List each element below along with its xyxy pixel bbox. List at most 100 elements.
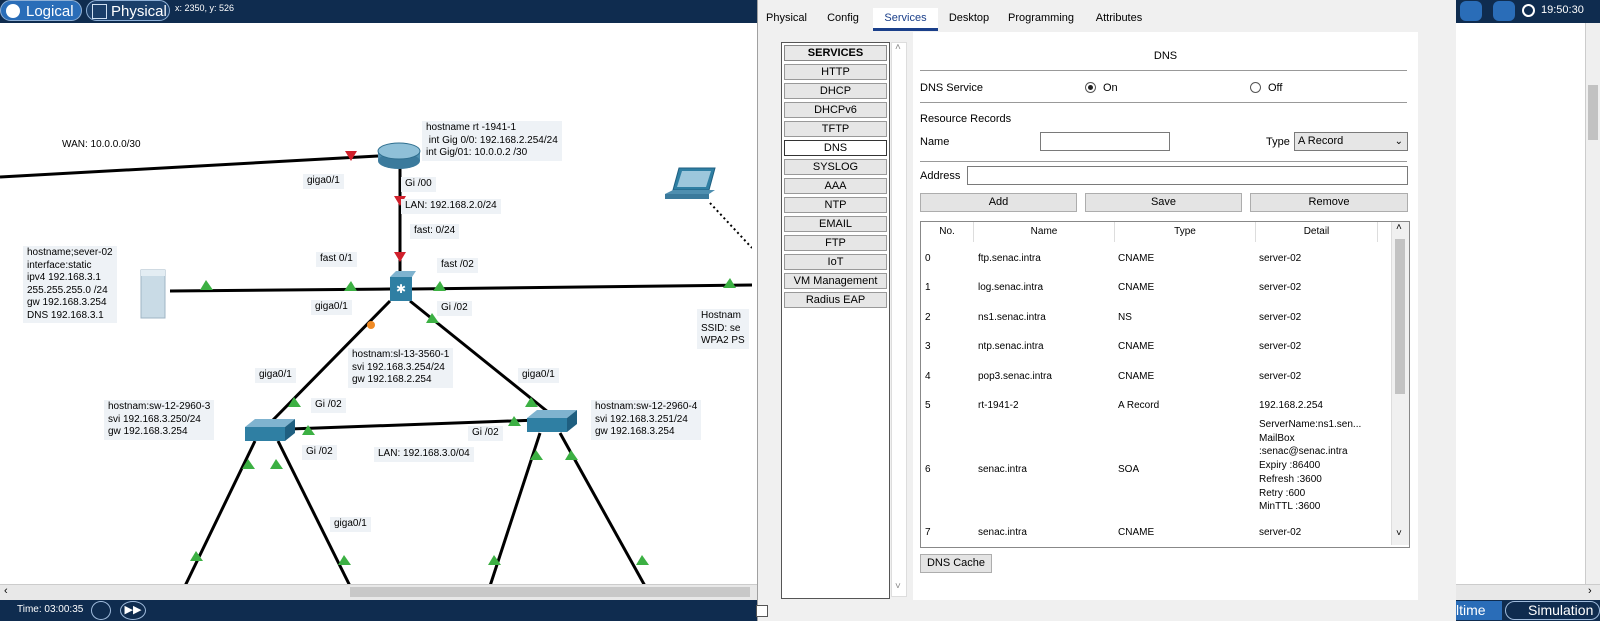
divider (920, 161, 1407, 162)
scroll-right-icon[interactable]: › (1588, 585, 1592, 597)
port-label: giga0/1 (518, 368, 559, 383)
switch-icon-sw3[interactable] (245, 417, 295, 443)
port-label: giga0/1 (255, 368, 296, 383)
chevron-up-icon[interactable]: ˄ (895, 42, 901, 53)
link-up-marker (200, 280, 213, 290)
service-radius-eap[interactable]: Radius EAP (784, 292, 887, 308)
chevron-down-icon[interactable]: ˅ (1396, 528, 1402, 539)
service-ftp[interactable]: FTP (784, 235, 887, 251)
services-scrollbar[interactable]: ˄ ˅ (891, 42, 907, 597)
dns-panel: DNS DNS Service On Off Resource Records … (913, 32, 1418, 600)
link-up-marker (723, 278, 736, 288)
power-cycle-icon[interactable] (91, 601, 111, 620)
link-pending-marker (367, 321, 375, 329)
logical-workspace[interactable]: ✱ WAN: 10.0.0.0/30 hostname rt -1941-1 i… (0, 23, 752, 586)
link-up-marker (270, 459, 283, 469)
checkbox[interactable] (756, 605, 768, 617)
service-vm-management[interactable]: VM Management (784, 273, 887, 289)
physical-view-button[interactable]: Physical (86, 0, 170, 21)
physical-icon (92, 4, 107, 19)
dns-service-label: DNS Service (920, 82, 983, 94)
dns-off-radio[interactable] (1250, 82, 1261, 93)
row-type: CNAME (1118, 371, 1155, 382)
service-aaa[interactable]: AAA (784, 178, 887, 194)
dns-on-label: On (1103, 82, 1118, 94)
service-email[interactable]: EMAIL (784, 216, 887, 232)
row-detail: server-02 (1259, 527, 1302, 538)
row-no: 0 (925, 253, 931, 264)
row-name: ntp.senac.intra (978, 341, 1044, 352)
type-select[interactable]: A Record ⌄ (1294, 132, 1408, 151)
address-label: Address (920, 170, 961, 182)
remove-button[interactable]: Remove (1250, 193, 1408, 212)
service-tftp[interactable]: TFTP (784, 121, 887, 137)
column-header-no[interactable]: No. (921, 222, 974, 242)
tab-programming[interactable]: Programming (1000, 8, 1082, 28)
tab-config[interactable]: Config (817, 8, 869, 28)
switch-icon-sw4[interactable] (527, 408, 577, 434)
fast-forward-icon[interactable]: ▶▶ (120, 601, 146, 620)
row-name: ftp.senac.intra (978, 253, 1041, 264)
scroll-left-icon[interactable]: ‹ (4, 585, 8, 597)
link-up-marker (302, 425, 315, 435)
service-iot[interactable]: IoT (784, 254, 887, 270)
link-up-marker (636, 555, 649, 565)
logical-view-button[interactable]: Logical (0, 0, 82, 21)
add-button[interactable]: Add (920, 193, 1077, 212)
row-no: 3 (925, 341, 931, 352)
dns-on-radio[interactable] (1085, 82, 1096, 93)
ap-link (411, 283, 752, 291)
svg-text:✱: ✱ (396, 282, 406, 296)
service-dhcpv6[interactable]: DHCPv6 (784, 102, 887, 118)
row-detail: server-02 (1259, 341, 1302, 352)
chevron-down-icon[interactable]: ˅ (895, 581, 901, 592)
tab-physical[interactable]: Physical (760, 8, 813, 28)
service-http[interactable]: HTTP (784, 64, 887, 80)
divider (920, 70, 1407, 71)
link-up-marker (433, 281, 446, 291)
wireless-link (709, 202, 752, 249)
multilayer-switch-icon[interactable]: ✱ (386, 271, 416, 305)
name-input[interactable] (1040, 132, 1170, 151)
service-ntp[interactable]: NTP (784, 197, 887, 213)
row-detail: server-02 (1259, 312, 1302, 323)
router-icon[interactable] (376, 140, 422, 170)
simulation-mode-button[interactable]: Simulation (1505, 601, 1600, 620)
table-scrollbar[interactable]: ˄ ˅ (1391, 222, 1409, 545)
service-syslog[interactable]: SYSLOG (784, 159, 887, 175)
access-point-info-label: Hostnam SSID: se WPA2 PS (697, 309, 749, 349)
services-header: SERVICES (784, 45, 887, 61)
address-input[interactable] (967, 166, 1408, 185)
link-down-marker (394, 252, 406, 262)
link-up-marker (565, 450, 578, 460)
service-dns[interactable]: DNS (784, 140, 887, 156)
port-label: Gi /00 (401, 177, 436, 192)
type-select-value: A Record (1298, 135, 1344, 147)
save-button[interactable]: Save (1085, 193, 1242, 212)
column-header-detail[interactable]: Detail (1256, 222, 1378, 242)
sim-time: Time: 03:00:35 (17, 604, 84, 615)
dns-cache-button[interactable]: DNS Cache (920, 554, 992, 573)
laptop-icon[interactable] (665, 166, 717, 204)
sw3-down-link-a (183, 440, 257, 586)
image-icon[interactable] (1493, 1, 1515, 21)
move-icon[interactable] (1460, 1, 1482, 21)
workspace-vertical-scrollbar[interactable] (1585, 23, 1600, 586)
globe-icon (1522, 4, 1535, 17)
scrollbar-thumb[interactable] (1588, 85, 1598, 140)
server-info-label: hostname;sever-02 interface:static ipv4 … (23, 246, 117, 323)
scrollbar-thumb[interactable] (350, 587, 750, 597)
services-list: SERVICES HTTP DHCP DHCPv6 TFTP DNS SYSLO… (781, 42, 890, 599)
column-header-name[interactable]: Name (974, 222, 1115, 242)
tab-desktop[interactable]: Desktop (942, 8, 996, 28)
port-label: Gi /02 (311, 398, 346, 413)
tab-attributes[interactable]: Attributes (1086, 8, 1152, 28)
chevron-up-icon[interactable]: ˄ (1396, 222, 1402, 233)
realtime-mode-button[interactable]: ltime (1452, 601, 1502, 620)
column-header-type[interactable]: Type (1115, 222, 1256, 242)
service-dhcp[interactable]: DHCP (784, 83, 887, 99)
server-icon[interactable] (139, 266, 169, 320)
port-label: fast 0/1 (316, 252, 357, 267)
tab-services[interactable]: Services (873, 8, 938, 31)
scrollbar-thumb[interactable] (1395, 239, 1405, 394)
